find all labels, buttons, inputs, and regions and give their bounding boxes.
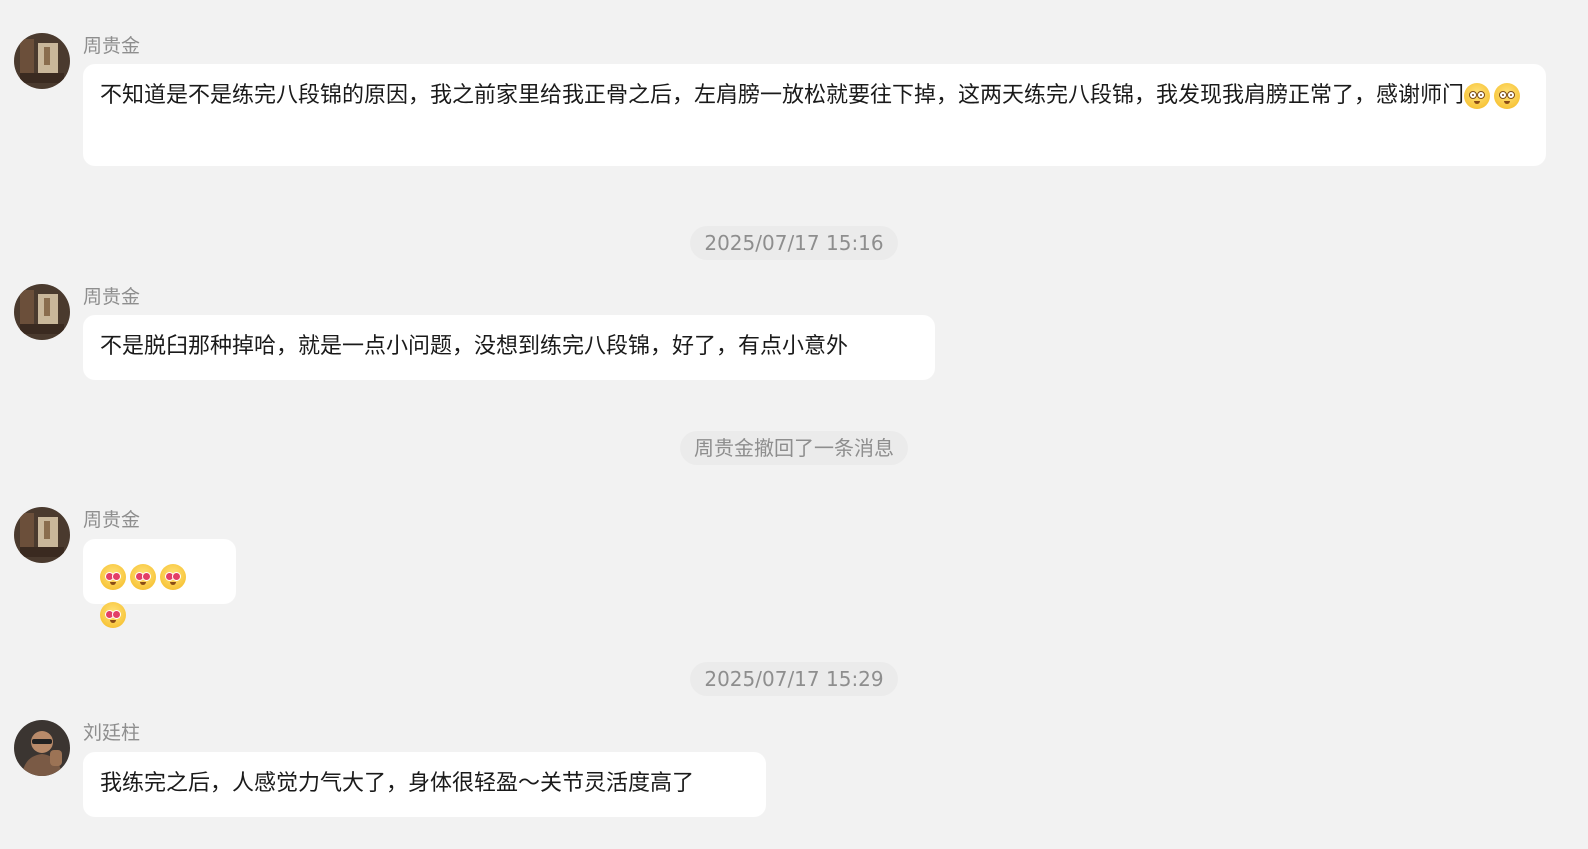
message-bubble[interactable]: 不是脱臼那种掉哈，就是一点小问题，没想到练完八段锦，好了，有点小意外 [83, 315, 935, 380]
heart-eyes-icon [100, 564, 126, 590]
avatar-image [14, 720, 70, 776]
avatar-liu[interactable] [14, 720, 70, 776]
timestamp: 2025/07/17 15:29 [690, 662, 898, 696]
message-text: 不知道是不是练完八段锦的原因，我之前家里给我正骨之后，左肩膀一放松就要往下掉，这… [100, 83, 1465, 108]
flushed-face-icon [1494, 83, 1521, 109]
avatar-image [14, 284, 70, 340]
recall-notice: 周贵金撤回了一条消息 [680, 431, 908, 465]
avatar-zhou[interactable] [14, 284, 70, 340]
avatar-zhou[interactable] [14, 33, 70, 89]
sender-name: 周贵金 [83, 35, 141, 57]
avatar-image [14, 507, 70, 563]
timestamp: 2025/07/17 15:16 [690, 226, 898, 260]
message-bubble[interactable]: 不知道是不是练完八段锦的原因，我之前家里给我正骨之后，左肩膀一放松就要往下掉，这… [83, 64, 1546, 166]
timestamp-row: 2025/07/17 15:29 [0, 662, 1588, 696]
flushed-face-icon [1464, 83, 1491, 109]
heart-eyes-icon [130, 564, 156, 590]
message-text: 我练完之后，人感觉力气大了，身体很轻盈～关节灵活度高了 [100, 771, 695, 796]
sender-name: 周贵金 [83, 509, 141, 531]
sender-name: 周贵金 [83, 286, 141, 308]
avatar-zhou[interactable] [14, 507, 70, 563]
message-bubble[interactable] [83, 539, 236, 628]
message-text: 不是脱臼那种掉哈，就是一点小问题，没想到练完八段锦，好了，有点小意外 [100, 334, 849, 359]
heart-eyes-icon [100, 602, 126, 628]
sender-name: 刘廷柱 [83, 722, 141, 744]
recall-notice-row: 周贵金撤回了一条消息 [0, 431, 1588, 465]
heart-eyes-icon [160, 564, 186, 590]
timestamp-row: 2025/07/17 15:16 [0, 226, 1588, 260]
avatar-image [14, 33, 70, 89]
message-bubble[interactable]: 我练完之后，人感觉力气大了，身体很轻盈～关节灵活度高了 [83, 752, 766, 817]
